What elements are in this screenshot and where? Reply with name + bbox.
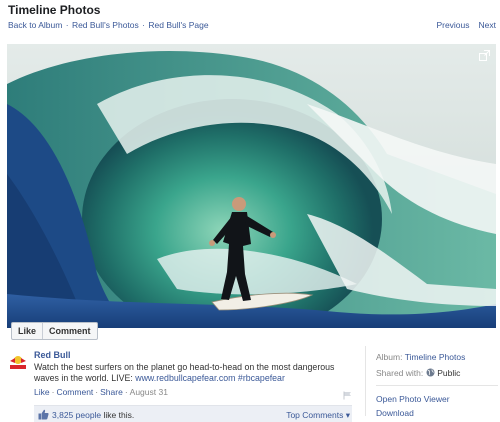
photo-like-button[interactable]: Like	[12, 323, 42, 339]
surf-photo-image	[7, 44, 496, 328]
photo-comment-button[interactable]: Comment	[42, 323, 97, 339]
breadcrumb: Back to Album · Red Bull's Photos · Red …	[8, 20, 209, 30]
album-label: Album:	[376, 352, 403, 362]
post-author-link[interactable]: Red Bull	[34, 350, 71, 360]
download-link[interactable]: Download	[376, 408, 414, 418]
post-share-link[interactable]: Share	[100, 387, 123, 397]
likes-count-link[interactable]: 3,825 people	[52, 410, 101, 420]
post-comment-link[interactable]: Comment	[56, 387, 93, 397]
red-bull-avatar[interactable]	[8, 352, 28, 372]
open-viewer-row: Open Photo Viewer	[376, 394, 450, 404]
globe-icon	[426, 368, 435, 377]
page-title: Timeline Photos	[8, 3, 101, 17]
post-like-link[interactable]: Like	[34, 387, 50, 397]
privacy-info: Shared with: Public	[376, 368, 460, 378]
breadcrumb-separator: ·	[65, 20, 69, 30]
caption-url-link[interactable]: www.redbullcapefear.com	[135, 373, 235, 383]
flag-icon[interactable]	[343, 391, 352, 400]
thumbs-up-icon	[38, 409, 49, 420]
post-date: August 31	[129, 387, 168, 397]
photo-action-bar: Like Comment	[11, 322, 98, 340]
album-info: Album: Timeline Photos	[376, 352, 465, 362]
back-to-album-link[interactable]: Back to Album	[8, 20, 62, 30]
expand-icon[interactable]	[479, 50, 490, 61]
open-photo-viewer-link[interactable]: Open Photo Viewer	[376, 394, 450, 404]
likes-summary: 3,825 people like this.	[52, 410, 134, 420]
previous-link[interactable]: Previous	[436, 20, 469, 30]
action-separator: ·	[124, 387, 128, 397]
photo-pager: Previous Next	[436, 20, 496, 30]
breadcrumb-separator: ·	[142, 20, 145, 30]
post-actions: Like · Comment · Share · August 31	[34, 387, 168, 397]
top-comments-dropdown[interactable]: Top Comments ▾	[286, 410, 350, 421]
photo[interactable]	[7, 44, 496, 328]
action-separator: ·	[51, 387, 55, 397]
owner-page-link[interactable]: Red Bull's Page	[148, 20, 208, 30]
column-divider	[365, 346, 366, 416]
shared-with-label: Shared with:	[376, 368, 424, 378]
album-link[interactable]: Timeline Photos	[405, 352, 466, 362]
next-link[interactable]: Next	[479, 20, 496, 30]
caption-hashtag-link[interactable]: #rbcapefear	[238, 373, 285, 383]
action-separator: ·	[95, 387, 99, 397]
owner-photos-link[interactable]: Red Bull's Photos	[72, 20, 139, 30]
likes-suffix: like this.	[101, 410, 135, 420]
sidebar-divider	[376, 385, 498, 386]
post-caption: Watch the best surfers on the planet go …	[34, 362, 360, 384]
privacy-value[interactable]: Public	[437, 368, 460, 378]
likes-bar: 3,825 people like this. Top Comments ▾	[34, 405, 352, 422]
download-row: Download	[376, 408, 414, 418]
